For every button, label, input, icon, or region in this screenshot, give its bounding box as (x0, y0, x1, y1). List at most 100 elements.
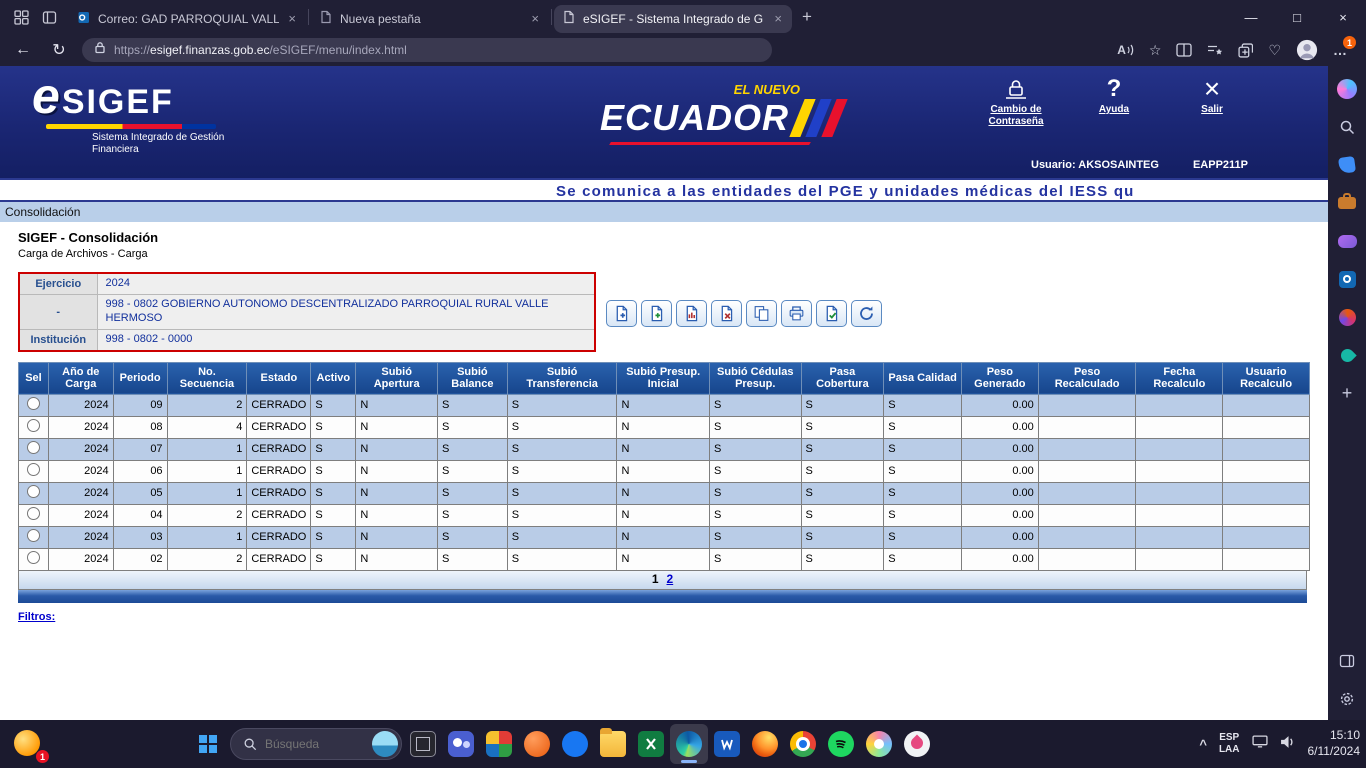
page-number-link[interactable]: 2 (667, 572, 674, 586)
browser-essentials-icon[interactable]: ♡ (1268, 42, 1281, 59)
cell: N (356, 504, 438, 526)
column-header: Estado (247, 362, 311, 394)
sidebar-outlook-icon[interactable] (1333, 266, 1361, 292)
taskbar-app-file-explorer[interactable] (594, 724, 632, 764)
sidebar-shopping-icon[interactable] (1333, 152, 1361, 178)
row-select-radio[interactable] (27, 551, 40, 564)
split-screen-icon[interactable] (1176, 43, 1192, 57)
new-file-button[interactable] (606, 300, 637, 327)
sidebar-search-icon[interactable] (1333, 114, 1361, 140)
refresh-button[interactable]: ↻ (46, 40, 72, 60)
language-indicator[interactable]: ESPLAA (1219, 732, 1240, 757)
delete-file-button[interactable] (711, 300, 742, 327)
collections-icon[interactable] (1238, 43, 1253, 58)
table-row: 2024051CERRADOSNSSNSSS0.00 (19, 482, 1310, 504)
volume-icon[interactable] (1280, 735, 1296, 754)
taskbar-app-chrome[interactable] (784, 724, 822, 764)
sidebar-office-icon[interactable] (1333, 304, 1361, 330)
refresh-button[interactable] (851, 300, 882, 327)
workspaces-icon[interactable] (10, 6, 32, 28)
taskbar-app-spotify[interactable] (822, 724, 860, 764)
verify-file-button[interactable] (676, 300, 707, 327)
help-button[interactable]: ? Ayuda (1076, 76, 1152, 128)
vertical-tabs-icon[interactable] (38, 6, 60, 28)
marquee-text: Se comunica a las entidades del PGE y un… (556, 183, 1135, 200)
back-button[interactable]: ← (10, 41, 36, 59)
column-header: Periodo (113, 362, 167, 394)
taskbar-app-excel[interactable] (632, 724, 670, 764)
tab-close-icon[interactable]: × (529, 11, 541, 26)
cell: S (709, 394, 801, 416)
taskbar-app-photos[interactable] (480, 724, 518, 764)
maximize-button[interactable]: □ (1274, 0, 1320, 34)
clock[interactable]: 15:10 6/11/2024 (1308, 728, 1361, 759)
tab-close-icon[interactable]: × (772, 11, 784, 26)
cell: 1 (167, 482, 247, 504)
row-select-radio[interactable] (27, 507, 40, 520)
tab-close-icon[interactable]: × (286, 11, 298, 26)
sidebar-add-icon[interactable]: + (1333, 380, 1361, 406)
tray-device-icon[interactable] (1252, 735, 1268, 753)
start-button[interactable] (188, 724, 228, 764)
taskbar-app-orange-app[interactable] (518, 724, 556, 764)
row-select-radio[interactable] (27, 529, 40, 542)
tab-esigef[interactable]: eSIGEF - Sistema Integrado de G × (554, 5, 792, 33)
widgets-button[interactable]: 1 (14, 730, 44, 760)
cell: N (356, 416, 438, 438)
favorites-star-icon[interactable]: ☆ (1149, 42, 1162, 59)
cell (1223, 504, 1310, 526)
taskbar-search-box[interactable] (230, 728, 402, 760)
row-select-radio[interactable] (27, 485, 40, 498)
tray-overflow-chevron-icon[interactable]: ^ (1199, 737, 1207, 752)
cell (1136, 526, 1223, 548)
settings-more-button[interactable]: …1 (1333, 42, 1348, 58)
address-bar[interactable]: https://esigef.finanzas.gob.ec/eSIGEF/me… (82, 38, 772, 62)
tab-nueva-pestana[interactable]: Nueva pestaña × (311, 5, 549, 33)
filters-link[interactable]: Filtros: (18, 611, 55, 623)
row-select-radio[interactable] (27, 441, 40, 454)
sidebar-panel-icon[interactable] (1333, 648, 1361, 674)
cell: S (311, 394, 356, 416)
taskbar-app-teams-chat[interactable] (442, 724, 480, 764)
print-button[interactable] (781, 300, 812, 327)
taskbar-app-edge[interactable] (670, 724, 708, 764)
cell: 2024 (48, 394, 113, 416)
save-file-button[interactable] (641, 300, 672, 327)
taskbar-app-pink-drop-app[interactable] (898, 724, 936, 764)
cell: S (438, 394, 508, 416)
row-select-radio[interactable] (27, 397, 40, 410)
minimize-button[interactable]: — (1228, 0, 1274, 34)
sidebar-settings-icon[interactable] (1333, 686, 1361, 712)
change-password-button[interactable]: Cambio de Contraseña (978, 76, 1054, 128)
sidebar-copilot-icon[interactable] (1333, 76, 1361, 102)
taskbar-app-blue-app[interactable] (556, 724, 594, 764)
favorites-bar-icon[interactable] (1207, 44, 1223, 57)
esigef-header: eSIGEF Sistema Integrado de Gestión Fina… (0, 66, 1328, 178)
taskbar-app-window-app[interactable] (404, 724, 442, 764)
cell: 0.00 (961, 438, 1038, 460)
copy-file-button[interactable] (746, 300, 777, 327)
outlook-icon (76, 10, 91, 28)
tab-correo[interactable]: Correo: GAD PARROQUIAL VALLE × (68, 5, 306, 33)
cell: 0.00 (961, 460, 1038, 482)
toolbar (606, 300, 882, 352)
select-cell (19, 526, 49, 548)
row-select-radio[interactable] (27, 419, 40, 432)
sidebar-tools-icon[interactable] (1333, 190, 1361, 216)
sidebar-drop-icon[interactable] (1333, 342, 1361, 368)
profile-avatar[interactable] (1296, 39, 1318, 61)
new-tab-button[interactable]: + (792, 7, 822, 27)
cell: 03 (113, 526, 167, 548)
row-select-radio[interactable] (27, 463, 40, 476)
close-button[interactable]: × (1320, 0, 1366, 34)
taskbar-app-color-ball-app[interactable] (860, 724, 898, 764)
read-aloud-icon[interactable]: A (1117, 43, 1134, 57)
search-input[interactable] (265, 737, 357, 751)
sidebar-games-icon[interactable] (1333, 228, 1361, 254)
taskbar-app-firefox[interactable] (746, 724, 784, 764)
approve-file-button[interactable] (816, 300, 847, 327)
taskbar-app-word[interactable] (708, 724, 746, 764)
logout-button[interactable]: × Salir (1174, 76, 1250, 128)
browser-titlebar: Correo: GAD PARROQUIAL VALLE × Nueva pes… (0, 0, 1366, 34)
cell: 09 (113, 394, 167, 416)
